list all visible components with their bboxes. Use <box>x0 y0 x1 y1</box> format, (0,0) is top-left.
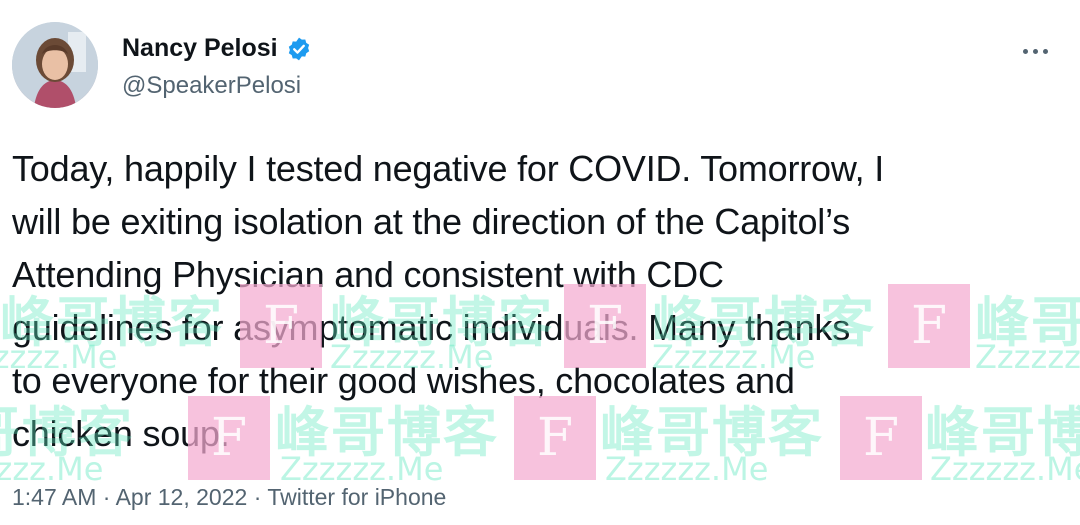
tweet-source-link[interactable]: Twitter for iPhone <box>267 484 446 510</box>
tweet-line: guidelines for asymptomatic individuals.… <box>12 307 851 348</box>
tweet-line: to everyone for their good wishes, choco… <box>12 360 795 401</box>
tweet-line: chicken soup. <box>12 413 230 454</box>
more-dot <box>1032 48 1038 54</box>
more-icon[interactable] <box>1012 36 1058 66</box>
tweet-line: Attending Physician and consistent with … <box>12 254 724 295</box>
verified-badge-icon <box>288 37 309 60</box>
meta-separator: · <box>102 484 111 510</box>
avatar-portrait <box>12 22 98 108</box>
avatar[interactable] <box>12 22 98 108</box>
tweet-text: Today, happily I tested negative for COV… <box>12 142 1062 460</box>
tweet-date: Apr 12, 2022 <box>115 484 248 510</box>
author-display-name[interactable]: Nancy Pelosi <box>122 34 278 63</box>
tweet-timestamp[interactable]: 1:47 AM · Apr 12, 2022 <box>12 484 247 510</box>
tweet-line: will be exiting isolation at the directi… <box>12 201 851 242</box>
author-handle[interactable]: @SpeakerPelosi <box>122 72 301 100</box>
more-dot <box>1042 48 1048 54</box>
author-name-row: Nancy Pelosi <box>122 34 312 63</box>
meta-separator: · <box>253 484 262 510</box>
tweet-meta: 1:47 AM · Apr 12, 2022 · Twitter for iPh… <box>12 484 446 511</box>
more-dot <box>1022 48 1028 54</box>
tweet-time: 1:47 AM <box>12 484 97 510</box>
tweet-line: Today, happily I tested negative for COV… <box>12 148 885 189</box>
